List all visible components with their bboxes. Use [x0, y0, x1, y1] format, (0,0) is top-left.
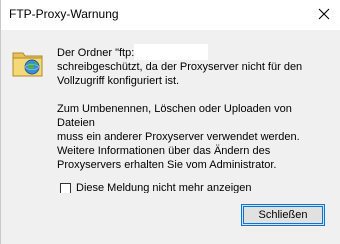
- redacted-host: [134, 44, 208, 60]
- window-title: FTP-Proxy-Warnung: [9, 7, 119, 21]
- dont-show-again-checkbox[interactable]: [60, 182, 71, 194]
- close-button-label: Schließen: [258, 209, 308, 221]
- ftp-folder-globe-icon: [12, 52, 43, 77]
- close-icon: [318, 8, 330, 20]
- title-close-button[interactable]: [310, 0, 340, 30]
- ftp-proxy-warning-dialog: FTP-Proxy-Warnung Der Ordner "ftp: 26:21…: [0, 0, 340, 244]
- dialog-content: Der Ordner "ftp: 26:2121/" ist schreibge…: [0, 30, 340, 194]
- close-button[interactable]: Schließen: [241, 204, 325, 226]
- dialog-footer: Schließen: [0, 193, 340, 244]
- warning-message: Der Ordner "ftp: 26:2121/" ist schreibge…: [57, 46, 332, 172]
- title-bar[interactable]: FTP-Proxy-Warnung: [0, 0, 340, 30]
- message-paragraph-proxy: Zum Umbenennen, Löschen oder Uploaden vo…: [57, 103, 300, 171]
